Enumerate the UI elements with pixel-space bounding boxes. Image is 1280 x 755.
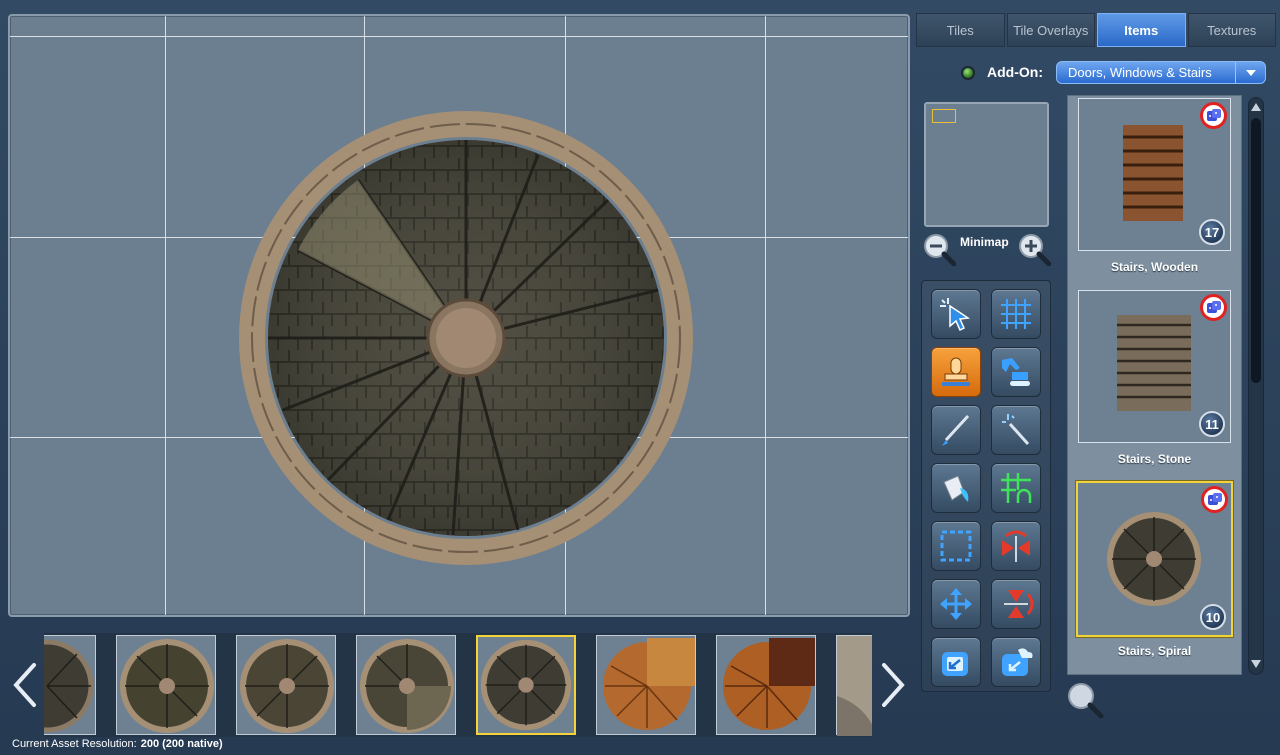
tab-items[interactable]: Items [1097,13,1186,47]
paint-bucket-tool[interactable] [931,463,981,513]
random-dice-icon[interactable] [1200,102,1227,129]
variant-count-badge: 17 [1199,219,1225,245]
grid-line [765,16,766,615]
asset-tile-stairs-wooden[interactable]: 17 [1078,98,1231,251]
variant-strip[interactable] [44,633,872,737]
variant-thumbnail[interactable] [44,635,96,735]
variant-thumbnail[interactable] [356,635,456,735]
search-icon[interactable] [1065,680,1105,720]
random-dice-icon[interactable] [1200,294,1227,321]
variant-thumbnail-selected[interactable] [476,635,576,735]
spiral-stairs-thumbnail [1107,512,1201,606]
addon-status-led [961,66,975,80]
move-tool[interactable] [931,579,981,629]
flip-horizontal-icon [1002,530,1030,562]
cloud-export-tool[interactable] [991,637,1041,687]
grid-icon [1001,299,1031,329]
cloud-export-icon [1002,648,1033,676]
flip-vertical-tool[interactable] [991,579,1041,629]
asset-tile-stairs-stone[interactable]: 11 [1078,290,1231,443]
excavator-tool[interactable] [991,347,1041,397]
asset-name: Stairs, Spiral [1117,644,1192,658]
select-pointer-tool[interactable] [931,289,981,339]
magic-wand-icon [1002,414,1030,446]
tab-tiles[interactable]: Tiles [916,13,1005,47]
addon-dropdown[interactable]: Doors, Windows & Stairs [1056,61,1266,84]
excavator-icon [1002,358,1030,386]
flip-horizontal-tool[interactable] [991,521,1041,571]
addon-label: Add-On: [987,64,1043,80]
spiral-stairs-item[interactable] [238,110,700,570]
variant-thumbnail[interactable] [236,635,336,735]
resolution-label: Current Asset Resolution: [12,738,137,750]
export-tool[interactable] [931,637,981,687]
map-canvas[interactable] [8,14,910,617]
paint-bucket-icon [943,475,969,502]
resolution-value: 200 (200 native) [140,738,223,750]
chevron-right-icon[interactable] [876,655,912,715]
zoom-in-icon[interactable] [1017,232,1052,267]
minimap-label: Minimap [960,235,1009,249]
stamp-icon [942,357,970,386]
variant-count-badge: 10 [1200,604,1226,630]
grid-tool[interactable] [991,289,1041,339]
minimap-viewport-frame[interactable] [932,109,956,123]
grid-line [165,16,166,615]
zoom-out-icon[interactable] [922,232,957,267]
marquee-select-tool[interactable] [931,521,981,571]
variant-thumbnail[interactable] [836,635,872,736]
asset-name: Stairs, Wooden [1110,260,1199,274]
scroll-down-arrow-icon[interactable] [1251,658,1261,670]
grid-room-icon [1001,473,1032,503]
asset-list[interactable]: 17 Stairs, Wooden 11 Stairs, Stone 10 St… [1067,95,1242,675]
random-dice-icon[interactable] [1201,486,1228,513]
asset-list-scrollbar[interactable] [1248,97,1264,675]
chevron-left-icon[interactable] [6,655,42,715]
flip-vertical-icon [1004,590,1034,618]
wooden-stairs-thumbnail [1123,125,1183,221]
stamp-tool[interactable] [931,347,981,397]
chevron-down-icon [1235,62,1265,83]
status-bar: Current Asset Resolution: 200 (200 native… [12,738,223,750]
variant-thumbnail[interactable] [596,635,696,735]
brush-tool[interactable] [931,405,981,455]
asset-name: Stairs, Stone [1117,452,1192,466]
select-pointer-icon [940,298,971,332]
variant-count-badge: 11 [1199,411,1225,437]
minimap[interactable] [924,102,1049,227]
scroll-thumb[interactable] [1251,118,1261,383]
tool-palette [921,280,1051,692]
brush-icon [942,414,970,446]
export-icon [942,652,968,676]
grid-room-tool[interactable] [991,463,1041,513]
tab-tile-overlays[interactable]: Tile Overlays [1006,13,1095,47]
marquee-select-icon [940,530,972,562]
panel-tabs: Tiles Tile Overlays Items Textures [916,13,1278,47]
stone-stairs-thumbnail [1117,315,1191,411]
variant-thumbnail[interactable] [716,635,816,735]
tab-textures[interactable]: Textures [1187,13,1276,47]
move-arrows-icon [940,588,972,620]
grid-line [10,36,908,37]
magic-wand-tool[interactable] [991,405,1041,455]
scroll-up-arrow-icon[interactable] [1251,101,1261,113]
addon-selected-value: Doors, Windows & Stairs [1068,65,1212,80]
variant-thumbnail[interactable] [116,635,216,735]
asset-tile-stairs-spiral[interactable]: 10 [1076,481,1233,637]
